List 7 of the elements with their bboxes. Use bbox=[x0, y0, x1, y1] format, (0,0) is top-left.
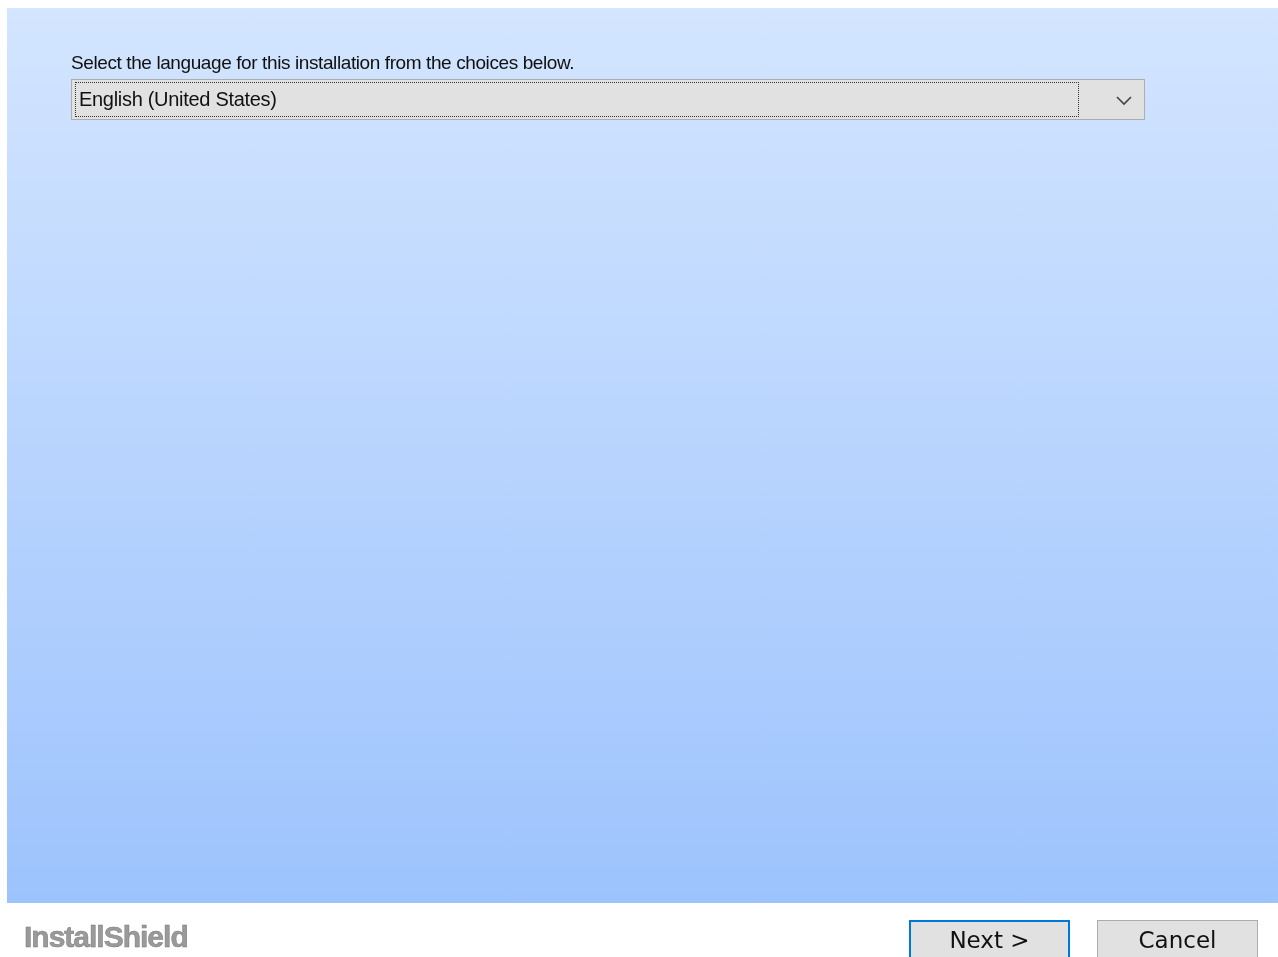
selected-language: English (United States) bbox=[75, 82, 1079, 117]
chevron-down-icon bbox=[1115, 93, 1133, 106]
prompt-text: Select the language for this installation from the choices below. bbox=[71, 52, 575, 74]
cancel-button[interactable]: Cancel bbox=[1097, 920, 1258, 957]
next-button[interactable]: Next > bbox=[909, 920, 1070, 957]
brand-logo: InstallShield bbox=[24, 920, 188, 954]
language-dropdown[interactable]: English (United States) bbox=[71, 79, 1145, 120]
